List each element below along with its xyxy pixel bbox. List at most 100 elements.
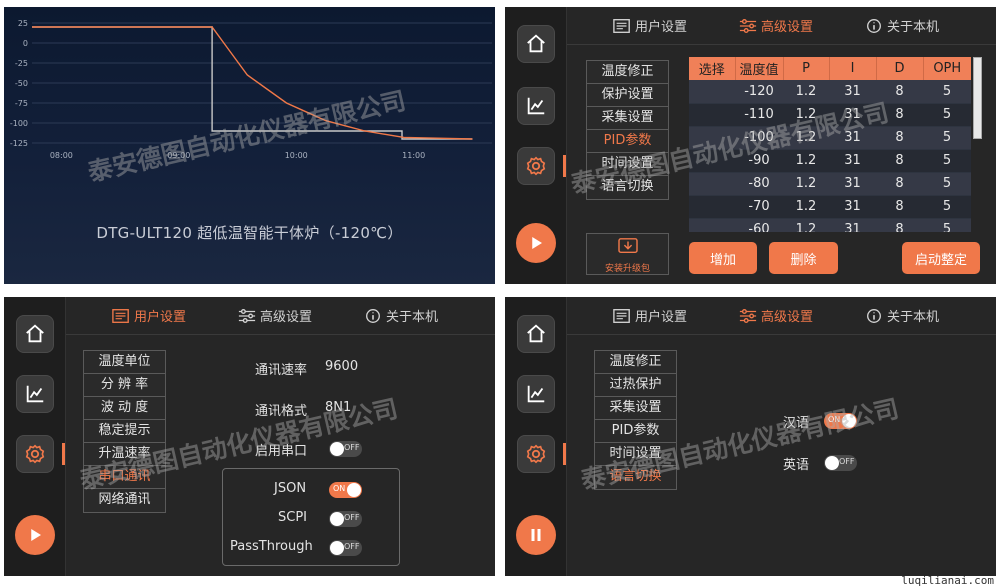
tab-advanced-settings[interactable]: 高级设置 <box>238 306 312 325</box>
start-button[interactable] <box>15 515 55 555</box>
info-icon <box>867 308 881 323</box>
pid-table-viewport[interactable]: 选择 温度值 P I D OPH -120 1.2 31 8 5 -110 1.2 31 8 5-… <box>689 57 971 232</box>
start-tuning-button[interactable]: 启动整定 <box>902 242 980 274</box>
y-tick-label: -75 <box>15 99 28 108</box>
json-toggle[interactable]: ON <box>329 482 362 498</box>
home-button[interactable] <box>517 25 555 63</box>
table-cell: 5 <box>923 103 971 127</box>
menu-item-time[interactable]: 时间设置 <box>587 153 668 176</box>
table-scrollbar[interactable] <box>973 57 982 139</box>
table-cell <box>689 195 735 219</box>
table-cell: 8 <box>876 195 923 219</box>
menu-item-stability-hint[interactable]: 稳定提示 <box>84 420 165 443</box>
tab-label: 用户设置 <box>635 310 688 325</box>
table-row[interactable]: -110 1.2 31 8 5 <box>689 103 971 127</box>
start-button[interactable] <box>516 223 556 263</box>
add-button[interactable]: 增加 <box>689 242 757 274</box>
table-row[interactable]: -60 1.2 31 8 5 <box>689 218 971 232</box>
baud-value[interactable]: 9600 <box>325 359 358 374</box>
passthrough-label: PassThrough <box>230 539 313 554</box>
format-value[interactable]: 8N1 <box>325 400 351 415</box>
tab-user-settings[interactable]: 用户设置 <box>613 16 687 35</box>
table-cell: 31 <box>829 195 876 219</box>
table-cell: -100 <box>735 126 783 150</box>
tab-about[interactable]: 关于本机 <box>865 16 939 35</box>
pid-table: 选择 温度值 P I D OPH -120 1.2 31 8 5 -110 1.2 31 8 5-… <box>689 57 971 232</box>
menu-item-pid[interactable]: PID参数 <box>587 130 668 153</box>
settings-button[interactable] <box>517 147 555 185</box>
settings-button[interactable] <box>517 435 555 473</box>
pid-settings-panel: 用户设置 高级设置 关于本机 温度修正 保护设置 采集设置 PID参数 时间设置… <box>505 7 996 284</box>
toggle-text: OFF <box>344 513 360 522</box>
menu-item-heating-rate[interactable]: 升温速率 <box>84 443 165 466</box>
passthrough-toggle[interactable]: OFF <box>329 540 362 556</box>
table-cell: -70 <box>735 195 783 219</box>
table-cell: 1.2 <box>783 195 829 219</box>
toggle-knob <box>330 512 344 526</box>
chart-caption: DTG-ULT120 超低温智能干体炉（-120℃） <box>96 224 403 242</box>
table-cell <box>689 126 735 150</box>
tab-about[interactable]: 关于本机 <box>364 306 438 325</box>
tab-about[interactable]: 关于本机 <box>865 306 939 325</box>
sidebar <box>505 7 567 284</box>
json-label: JSON <box>274 481 307 496</box>
menu-item-network[interactable]: 网络通讯 <box>84 489 165 512</box>
table-row[interactable]: -100 1.2 31 8 5 <box>689 126 971 150</box>
col-temp: 温度值 <box>735 57 784 80</box>
menu-item-acquisition[interactable]: 采集设置 <box>587 107 668 130</box>
active-indicator <box>563 155 566 177</box>
toggle-knob <box>330 442 344 456</box>
x-tick-label: 08:00 <box>50 151 73 160</box>
toggle-knob <box>842 414 856 428</box>
menu-item-serial[interactable]: 串口通讯 <box>84 466 165 489</box>
delete-button[interactable]: 删除 <box>769 242 838 274</box>
tab-advanced-settings[interactable]: 高级设置 <box>739 16 813 35</box>
gear-icon <box>526 444 546 464</box>
menu-item-temp-unit[interactable]: 温度单位 <box>84 351 165 374</box>
table-cell: -60 <box>735 218 783 232</box>
english-label: 英语 <box>783 458 810 473</box>
home-button[interactable] <box>517 315 555 353</box>
chart-button[interactable] <box>517 375 555 413</box>
menu-item-overheat[interactable]: 过热保护 <box>595 374 676 397</box>
tab-user-settings[interactable]: 用户设置 <box>112 306 186 325</box>
table-row[interactable]: -70 1.2 31 8 5 <box>689 195 971 219</box>
table-cell: 1.2 <box>783 172 829 196</box>
tab-label: 高级设置 <box>761 310 814 325</box>
menu-item-language[interactable]: 语言切换 <box>595 466 676 489</box>
play-icon <box>31 529 41 541</box>
home-button[interactable] <box>16 315 54 353</box>
table-cell: 1.2 <box>783 149 829 173</box>
tab-advanced-settings[interactable]: 高级设置 <box>739 306 813 325</box>
menu-item-time[interactable]: 时间设置 <box>595 443 676 466</box>
scpi-toggle[interactable]: OFF <box>329 511 362 527</box>
table-row[interactable]: -80 1.2 31 8 5 <box>689 172 971 196</box>
toggle-knob <box>825 456 839 470</box>
menu-item-protection[interactable]: 保护设置 <box>587 84 668 107</box>
menu-item-resolution[interactable]: 分 辨 率 <box>84 374 165 397</box>
user-menu: 温度单位 分 辨 率 波 动 度 稳定提示 升温速率 串口通讯 网络通讯 <box>83 350 166 513</box>
chart-button[interactable] <box>517 87 555 125</box>
table-cell: -80 <box>735 172 783 196</box>
serial-enable-toggle[interactable]: OFF <box>329 441 362 457</box>
menu-item-fluctuation[interactable]: 波 动 度 <box>84 397 165 420</box>
table-row[interactable]: -90 1.2 31 8 5 <box>689 149 971 173</box>
toggle-text: OFF <box>839 457 855 466</box>
chart-button[interactable] <box>16 375 54 413</box>
english-toggle[interactable]: OFF <box>824 455 857 471</box>
menu-item-temp-correction[interactable]: 温度修正 <box>587 61 668 84</box>
tab-user-settings[interactable]: 用户设置 <box>613 306 687 325</box>
list-icon <box>112 308 129 323</box>
table-row[interactable]: -120 1.2 31 8 5 <box>689 80 971 104</box>
list-icon <box>613 308 630 323</box>
install-upgrade-button[interactable]: 安装升级包 <box>586 233 669 275</box>
menu-item-acquisition[interactable]: 采集设置 <box>595 397 676 420</box>
pause-button[interactable] <box>516 515 556 555</box>
menu-item-pid[interactable]: PID参数 <box>595 420 676 443</box>
settings-button[interactable] <box>16 435 54 473</box>
table-cell: 5 <box>923 172 971 196</box>
tab-label: 高级设置 <box>761 20 814 35</box>
chinese-toggle[interactable]: ON <box>824 413 857 429</box>
menu-item-language[interactable]: 语言切换 <box>587 176 668 199</box>
menu-item-temp-correction[interactable]: 温度修正 <box>595 351 676 374</box>
